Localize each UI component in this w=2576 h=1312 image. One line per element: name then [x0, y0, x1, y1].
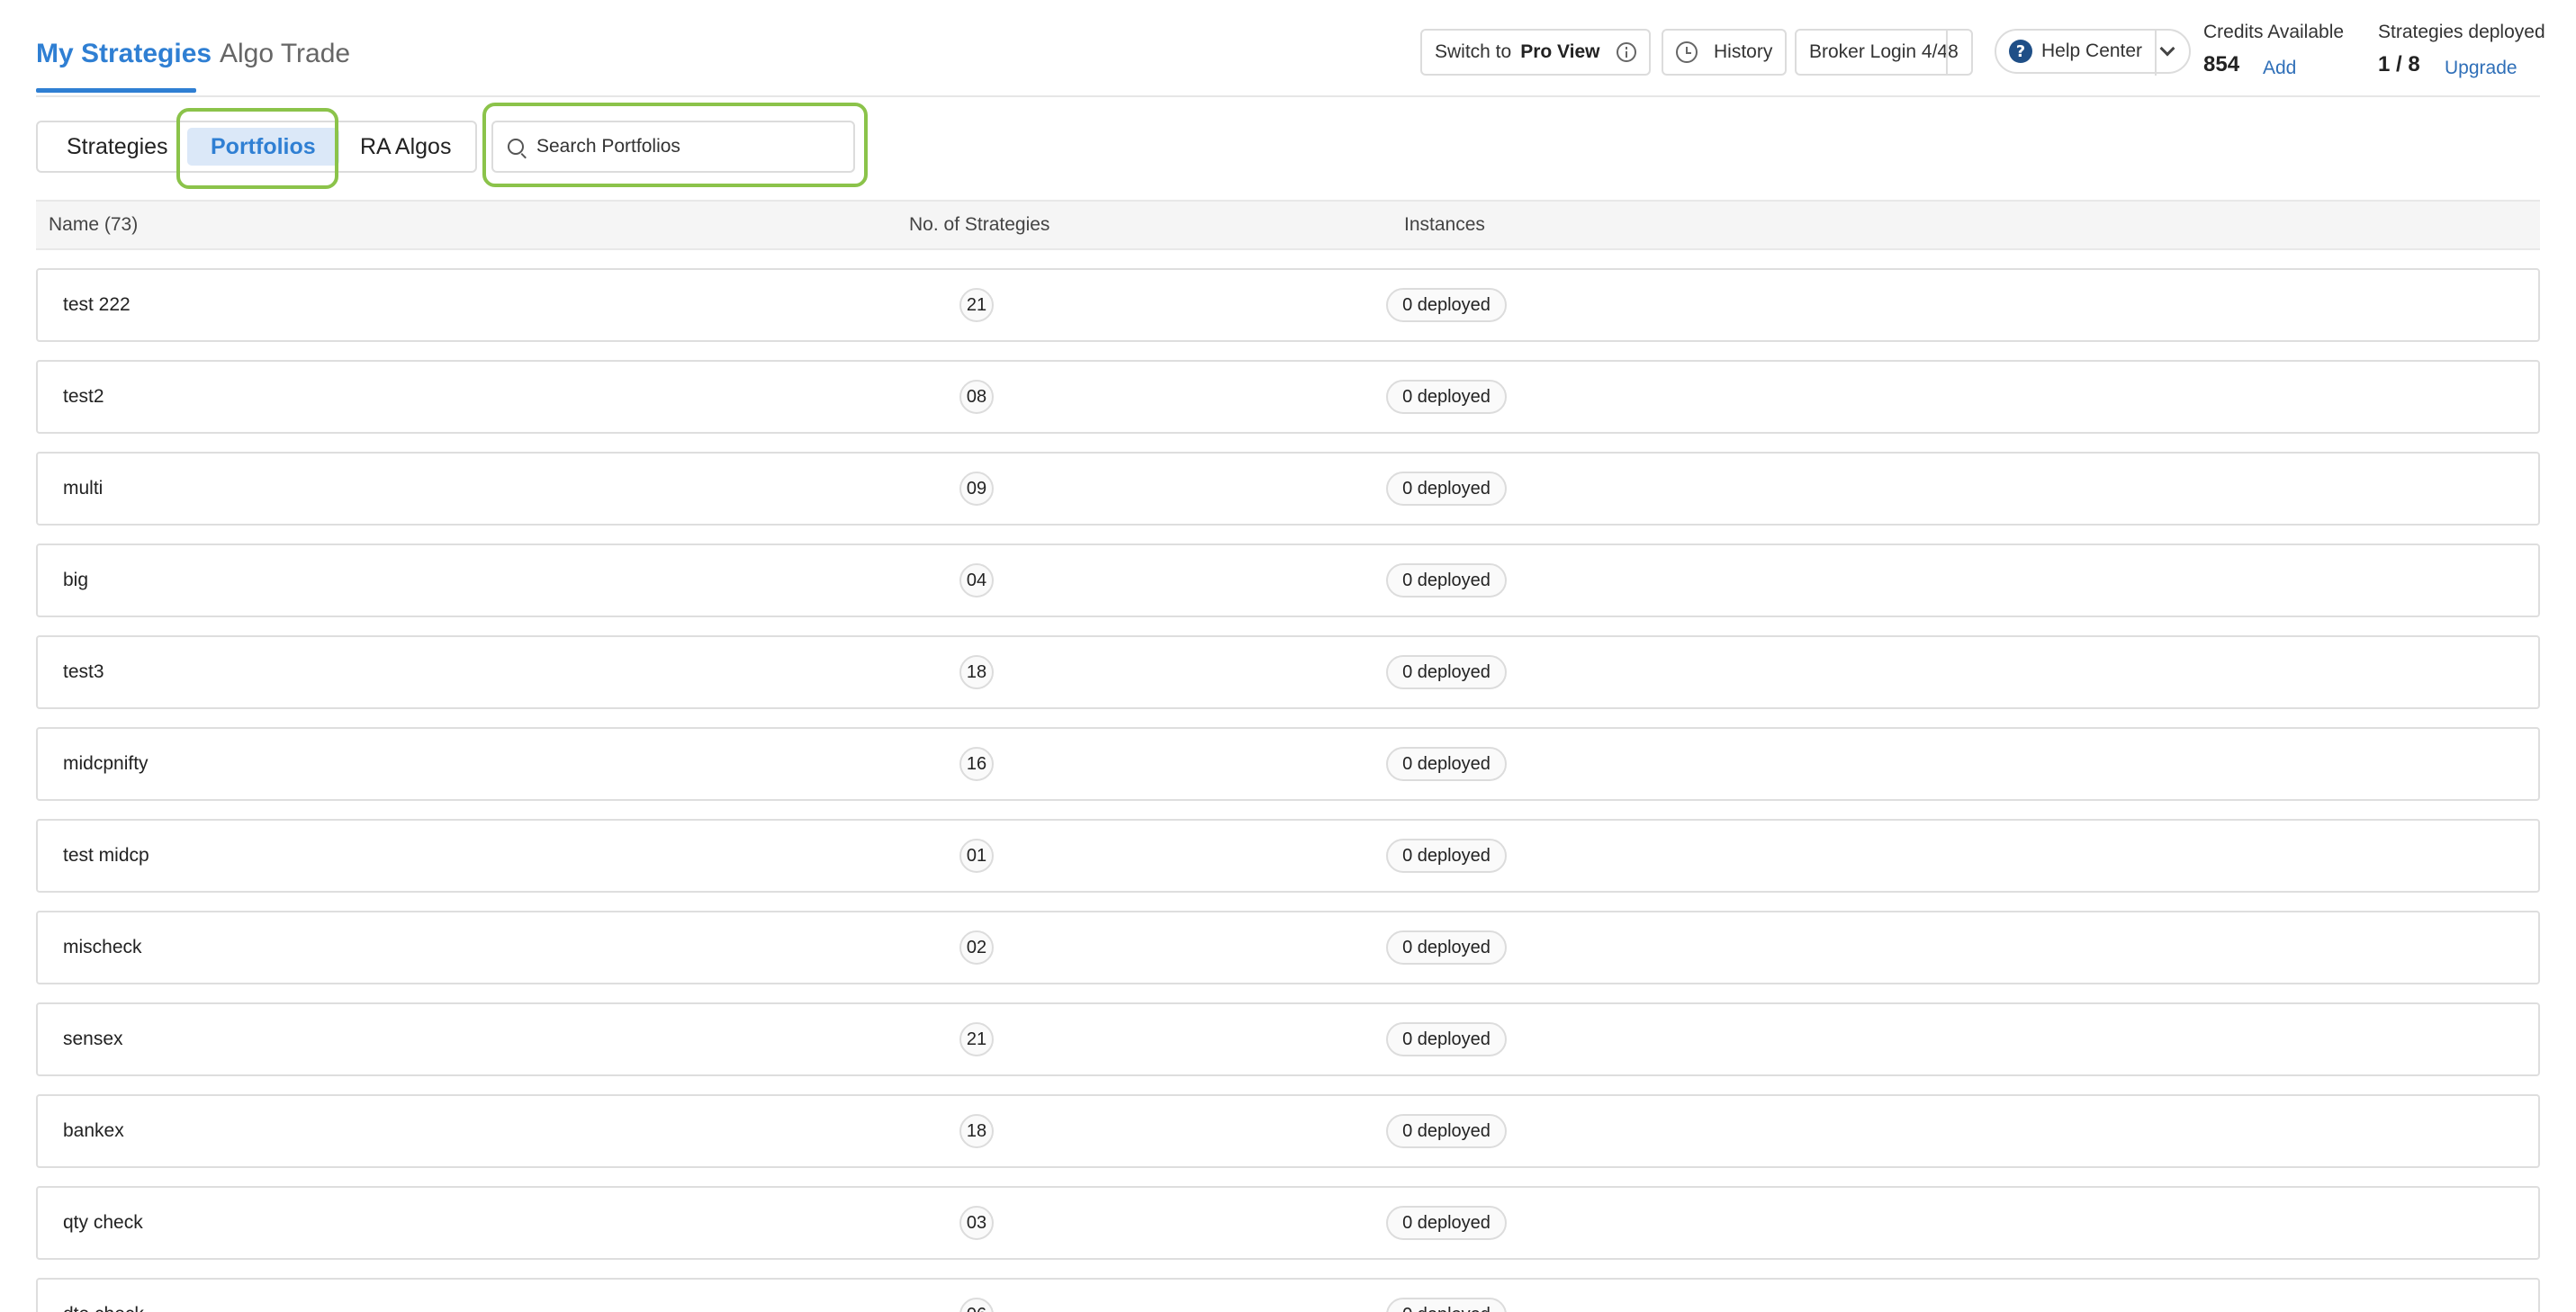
portfolio-name: test3: [63, 661, 104, 682]
tab-strategies[interactable]: Strategies: [67, 122, 168, 171]
strategy-count-badge: 01: [959, 839, 994, 873]
instances-badge: 0 deployed: [1386, 288, 1507, 322]
instances-badge: 0 deployed: [1386, 930, 1507, 965]
tab-algo-trade[interactable]: Algo Trade: [220, 36, 350, 72]
portfolio-name: midcpnifty: [63, 753, 149, 774]
history-label: History: [1714, 41, 1773, 62]
table-row[interactable]: test midcp 01 0 deployed: [36, 819, 2540, 893]
table-row[interactable]: test3 18 0 deployed: [36, 635, 2540, 709]
add-credits-link[interactable]: Add: [2263, 58, 2296, 79]
strategy-count-badge: 16: [959, 747, 994, 781]
tab-ra-algos[interactable]: RA Algos: [360, 122, 451, 171]
portfolio-name: sensex: [63, 1029, 123, 1049]
strategy-count-badge: 04: [959, 563, 994, 598]
instances-badge: 0 deployed: [1386, 839, 1507, 873]
column-strategies: No. of Strategies: [909, 214, 1050, 235]
credits-value: 854: [2203, 52, 2240, 76]
portfolio-name: multi: [63, 478, 104, 499]
table-row[interactable]: multi 09 0 deployed: [36, 452, 2540, 526]
instances-badge: 0 deployed: [1386, 1206, 1507, 1240]
portfolio-name: bankex: [63, 1120, 124, 1141]
instances-badge: 0 deployed: [1386, 1114, 1507, 1148]
table-header: Name (73) No. of Strategies Instances: [36, 200, 2540, 250]
tab-my-strategies[interactable]: My Strategies: [36, 36, 212, 72]
strategy-count-badge: 06: [959, 1298, 994, 1312]
broker-login-label: Broker Login 4/48: [1809, 41, 1959, 62]
strategy-count-badge: 08: [959, 380, 994, 414]
column-instances: Instances: [1404, 214, 1485, 235]
portfolio-name: test midcp: [63, 845, 149, 866]
credits-label: Credits Available: [2203, 22, 2345, 42]
help-center-label: Help Center: [2041, 40, 2143, 61]
column-name[interactable]: Name (73): [49, 202, 138, 248]
active-tab-indicator: [36, 88, 196, 93]
portfolio-name: test 222: [63, 294, 131, 315]
history-button[interactable]: History: [1662, 29, 1788, 76]
instances-badge: 0 deployed: [1386, 655, 1507, 689]
table-row[interactable]: test2 08 0 deployed: [36, 360, 2540, 434]
strategy-count-badge: 21: [959, 1022, 994, 1056]
instances-badge: 0 deployed: [1386, 380, 1507, 414]
portfolio-name: test2: [63, 386, 104, 407]
switch-view-prefix: Switch to: [1435, 41, 1512, 62]
instances-badge: 0 deployed: [1386, 1022, 1507, 1056]
strategies-deployed-value: 1 / 8: [2378, 52, 2420, 76]
strategy-count-badge: 18: [959, 1114, 994, 1148]
header-divider: [2155, 29, 2157, 76]
strategy-count-badge: 18: [959, 655, 994, 689]
table-row[interactable]: big 04 0 deployed: [36, 544, 2540, 617]
table-row[interactable]: qty check 03 0 deployed: [36, 1186, 2540, 1260]
info-icon[interactable]: [1616, 42, 1636, 62]
strategy-count-badge: 03: [959, 1206, 994, 1240]
table-row[interactable]: dte check 06 0 deployed: [36, 1278, 2540, 1312]
table-row[interactable]: bankex 18 0 deployed: [36, 1094, 2540, 1168]
header-divider: [1946, 29, 1948, 76]
upgrade-link[interactable]: Upgrade: [2445, 58, 2517, 79]
instances-badge: 0 deployed: [1386, 472, 1507, 506]
portfolio-name: big: [63, 570, 89, 590]
strategy-count-badge: 21: [959, 288, 994, 322]
portfolio-name: dte check: [63, 1280, 144, 1312]
strategy-count-badge: 02: [959, 930, 994, 965]
help-icon: ?: [2009, 40, 2032, 63]
switch-view-button[interactable]: Switch to Pro View: [1420, 29, 1651, 76]
strategies-deployed-label: Strategies deployed: [2378, 22, 2545, 42]
table-row[interactable]: mischeck 02 0 deployed: [36, 911, 2540, 984]
strategy-count-badge: 09: [959, 472, 994, 506]
portfolio-name: qty check: [63, 1212, 143, 1233]
portfolios-highlight: [176, 108, 338, 189]
instances-badge: 0 deployed: [1386, 747, 1507, 781]
switch-view-mode: Pro View: [1520, 41, 1600, 62]
instances-badge: 0 deployed: [1386, 563, 1507, 598]
search-highlight: [482, 103, 868, 187]
portfolio-list: test 222 21 0 deployed test2 08 0 deploy…: [36, 268, 2540, 1312]
instances-badge: 0 deployed: [1386, 1298, 1507, 1312]
clock-icon: [1676, 41, 1698, 63]
portfolio-name: mischeck: [63, 937, 142, 957]
table-row[interactable]: test 222 21 0 deployed: [36, 268, 2540, 342]
table-row[interactable]: midcpnifty 16 0 deployed: [36, 727, 2540, 801]
help-center-dropdown[interactable]: ? Help Center: [1995, 29, 2192, 74]
chevron-down-icon: [2159, 40, 2175, 57]
table-row[interactable]: sensex 21 0 deployed: [36, 1002, 2540, 1076]
